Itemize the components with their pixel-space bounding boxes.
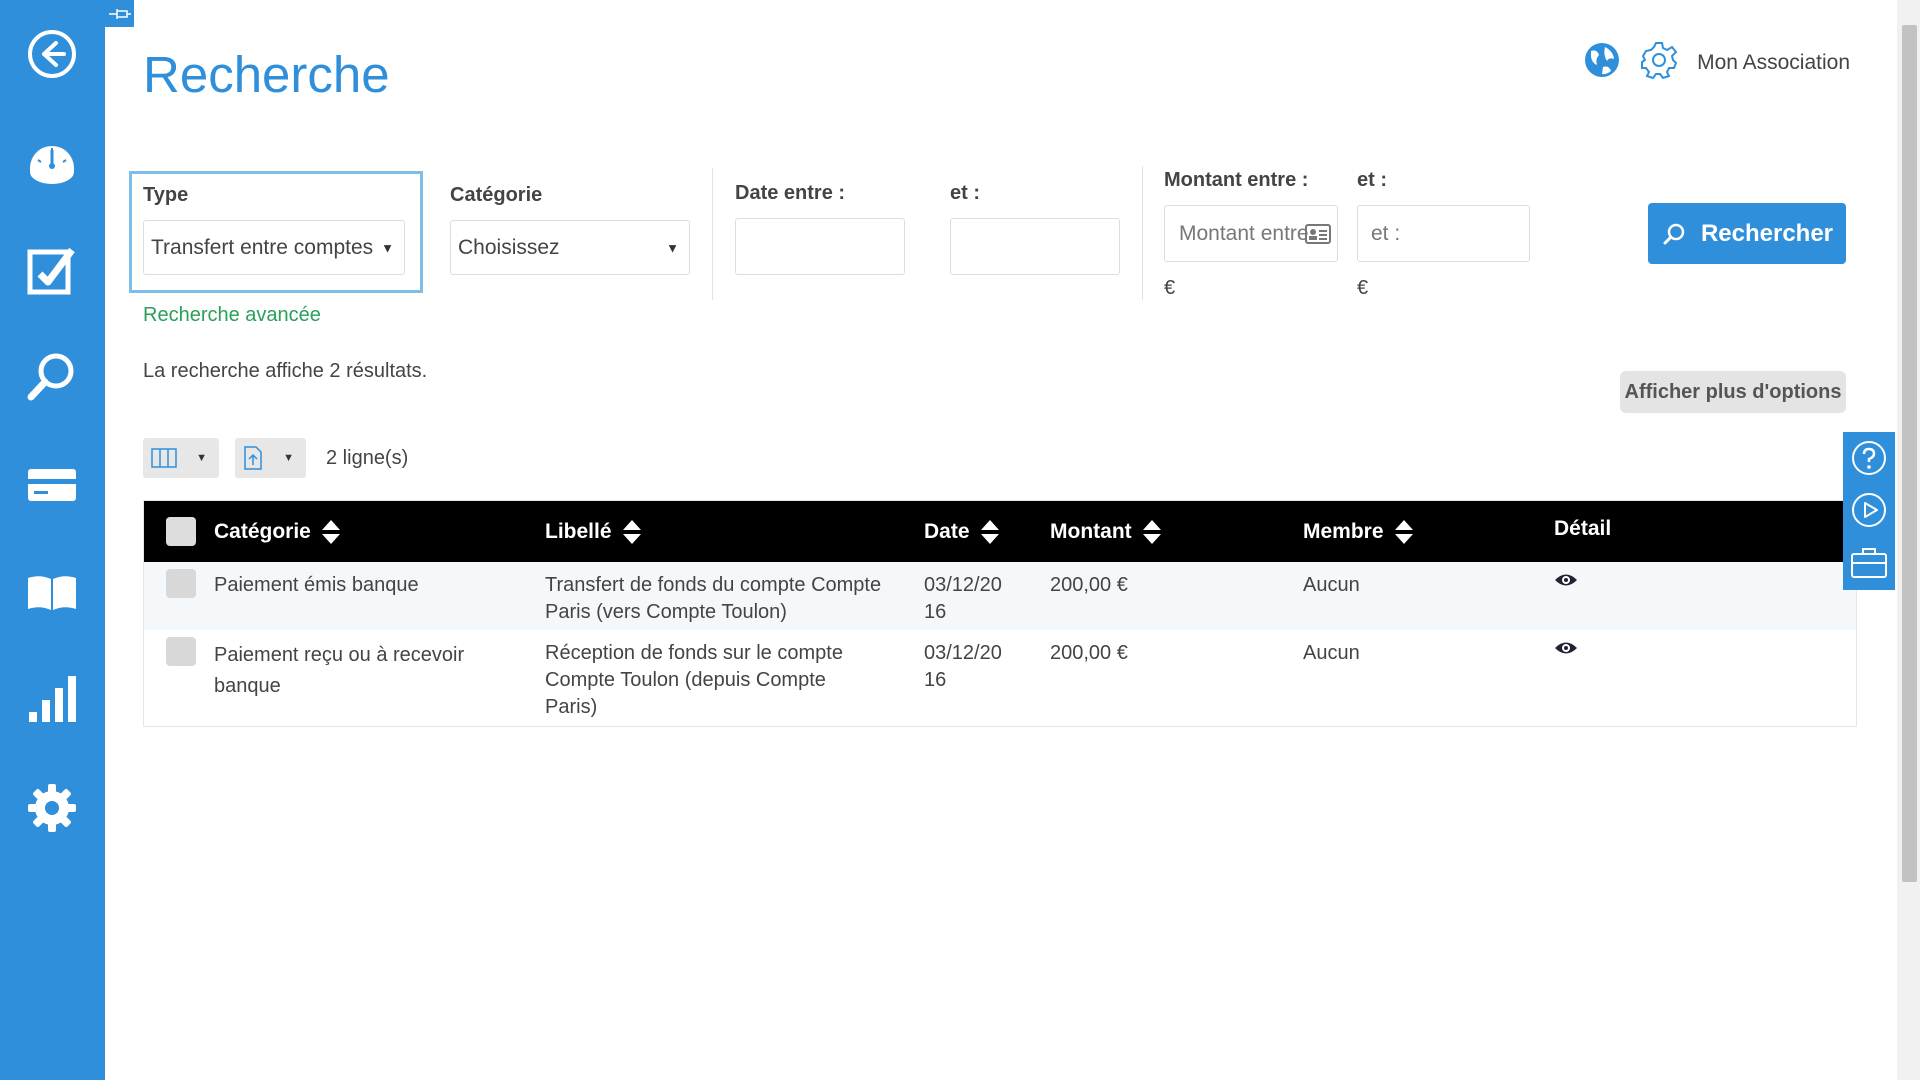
column-header-date-label: Date	[924, 520, 970, 543]
select-all-checkbox[interactable]	[166, 517, 196, 546]
column-header-member-label: Membre	[1303, 520, 1384, 543]
amount-from-currency: €	[1164, 277, 1176, 299]
amount-from-label: Montant entre :	[1164, 169, 1309, 191]
vertical-scrollbar[interactable]	[1897, 0, 1920, 1080]
back-icon[interactable]	[20, 22, 84, 86]
advanced-search-link[interactable]: Recherche avancée	[143, 304, 321, 327]
type-select-value: Transfert entre comptes	[151, 235, 374, 259]
settings-icon[interactable]	[20, 776, 84, 840]
column-header-category[interactable]: Catégorie	[214, 519, 341, 545]
search-button-label: Rechercher	[1700, 219, 1834, 247]
chevron-down-icon: ▼	[666, 240, 679, 255]
row-category: Paiement émis banque	[214, 574, 419, 596]
column-header-member[interactable]: Membre	[1303, 519, 1414, 545]
export-button[interactable]: ▼	[235, 438, 306, 478]
sort-icon	[321, 520, 340, 544]
globe-icon[interactable]	[1583, 41, 1621, 84]
eye-icon[interactable]	[1554, 640, 1578, 661]
columns-icon	[151, 448, 177, 468]
briefcase-icon[interactable]	[1849, 542, 1889, 582]
sort-icon	[622, 520, 641, 544]
table-header: Catégorie Libellé Date Montant Membre Dé…	[144, 501, 1856, 562]
column-header-category-label: Catégorie	[214, 520, 311, 543]
association-name[interactable]: Mon Association	[1697, 51, 1850, 75]
sort-icon	[1142, 520, 1161, 544]
category-select[interactable]: Choisissez ▼	[450, 220, 690, 275]
amount-to-placeholder: et :	[1371, 221, 1401, 245]
divider	[1142, 166, 1143, 300]
type-label: Type	[143, 184, 189, 206]
row-amount: 200,00 €	[1050, 642, 1128, 664]
columns-toggle-button[interactable]: ▼	[143, 438, 219, 478]
amount-to-label: et :	[1357, 169, 1387, 191]
search-icon	[1663, 223, 1685, 244]
sort-icon	[980, 520, 999, 544]
chevron-down-icon: ▼	[283, 452, 294, 464]
column-header-date[interactable]: Date	[924, 519, 1000, 545]
gear-icon[interactable]	[1639, 40, 1679, 85]
sort-icon	[1394, 520, 1413, 544]
row-date: 03/12/2016	[924, 642, 1002, 691]
column-header-detail-label: Détail	[1554, 517, 1612, 540]
amount-to-currency: €	[1357, 277, 1369, 299]
card-icon[interactable]	[20, 453, 84, 517]
eye-icon[interactable]	[1554, 572, 1578, 593]
date-from-input[interactable]	[735, 218, 905, 275]
scrollbar-thumb[interactable]	[1902, 25, 1917, 882]
help-icon[interactable]	[1849, 438, 1889, 478]
search-icon[interactable]	[20, 345, 84, 409]
stats-icon[interactable]	[20, 668, 84, 732]
divider	[712, 168, 713, 300]
edit-icon[interactable]	[20, 238, 84, 302]
table-row: Paiement reçu ou à recevoir banque Récep…	[144, 630, 1856, 726]
column-header-amount[interactable]: Montant	[1050, 519, 1162, 545]
search-button[interactable]: Rechercher	[1648, 203, 1846, 264]
row-count: 2 ligne(s)	[326, 447, 409, 469]
chevron-down-icon: ▼	[196, 452, 207, 464]
category-label: Catégorie	[450, 184, 543, 206]
row-label: Réception de fonds sur le compte Compte …	[545, 642, 843, 718]
column-header-label-label: Libellé	[545, 520, 612, 543]
row-checkbox[interactable]	[166, 637, 196, 666]
more-options-button[interactable]: Afficher plus d'options	[1620, 371, 1846, 413]
amount-from-input[interactable]: Montant entre :	[1164, 205, 1338, 262]
category-select-value: Choisissez	[458, 235, 560, 259]
column-header-amount-label: Montant	[1050, 520, 1132, 543]
floating-help-bar	[1843, 432, 1895, 590]
book-icon[interactable]	[20, 560, 84, 624]
row-amount: 200,00 €	[1050, 574, 1128, 596]
row-member: Aucun	[1303, 642, 1360, 664]
export-file-icon	[244, 446, 262, 470]
date-from-label: Date entre :	[735, 182, 846, 204]
row-member: Aucun	[1303, 574, 1360, 596]
pin-icon[interactable]	[105, 0, 134, 27]
type-select[interactable]: Transfert entre comptes ▼	[143, 220, 405, 275]
page-title: Recherche	[143, 46, 390, 103]
play-icon[interactable]	[1849, 490, 1889, 530]
amount-to-input[interactable]: et :	[1357, 205, 1530, 262]
top-right-toolbar: Mon Association	[1583, 40, 1850, 85]
results-table: Catégorie Libellé Date Montant Membre Dé…	[143, 500, 1857, 727]
contact-card-icon[interactable]	[1305, 223, 1331, 251]
row-label: Transfert de fonds du compte Compte Pari…	[545, 574, 882, 623]
sidebar	[0, 0, 105, 1080]
row-category: Paiement reçu ou à recevoir banque	[214, 644, 465, 697]
column-header-detail: Détail	[1554, 517, 1611, 541]
amount-from-placeholder: Montant entre :	[1179, 221, 1309, 245]
dashboard-icon[interactable]	[20, 130, 84, 194]
chevron-down-icon: ▼	[381, 240, 394, 255]
results-summary: La recherche affiche 2 résultats.	[143, 360, 428, 382]
date-to-input[interactable]	[950, 218, 1120, 275]
column-header-label[interactable]: Libellé	[545, 519, 642, 545]
row-date: 03/12/2016	[924, 574, 1002, 623]
date-to-label: et :	[950, 182, 980, 204]
table-row: Paiement émis banque Transfert de fonds …	[144, 562, 1856, 630]
row-checkbox[interactable]	[166, 569, 196, 598]
